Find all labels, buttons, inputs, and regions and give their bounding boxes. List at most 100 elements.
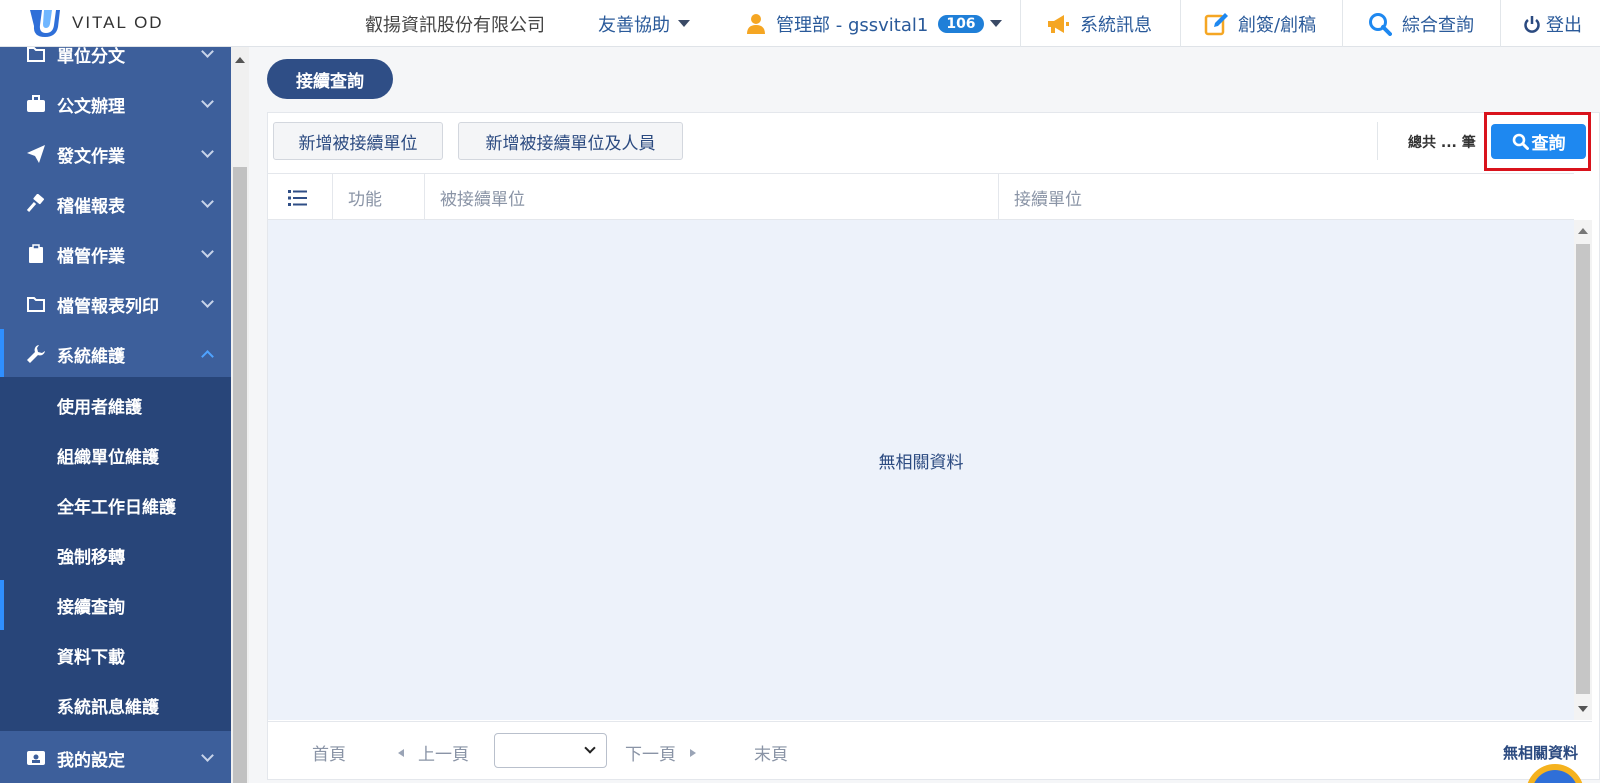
caret-down-icon bbox=[989, 20, 1002, 27]
column-header-target-unit[interactable]: 接續單位 bbox=[1014, 174, 1082, 221]
assist-menu[interactable]: 友善協助 bbox=[598, 0, 690, 47]
sidebar-item-label: 系統維護 bbox=[57, 346, 125, 367]
toolbar-divider bbox=[1377, 122, 1378, 160]
briefcase-icon bbox=[26, 94, 46, 114]
sidebar-subitem-org-unit-maintenance[interactable]: 組織單位維護 bbox=[0, 430, 231, 480]
notification-badge: 106 bbox=[938, 14, 984, 33]
paper-plane-icon bbox=[26, 144, 46, 164]
prev-page-button[interactable]: 上一頁 bbox=[398, 740, 469, 765]
highlight-box bbox=[1484, 112, 1591, 171]
sidebar-item-unit-dispatch[interactable]: 單位分文 bbox=[0, 47, 231, 79]
sidebar-item-label: 檔管作業 bbox=[57, 246, 125, 267]
chevron-down-icon bbox=[584, 742, 596, 754]
sidebar-subitem-system-message-maintenance[interactable]: 系統訊息維護 bbox=[0, 680, 231, 730]
next-page-label: 下一頁 bbox=[625, 745, 676, 765]
sidebar-subitem-label: 系統訊息維護 bbox=[57, 697, 159, 718]
logout-link[interactable]: 登出 bbox=[1524, 0, 1582, 47]
megaphone-icon bbox=[1046, 14, 1070, 34]
sidebar-item-dispatch[interactable]: 發文作業 bbox=[0, 129, 231, 179]
sidebar-scrollbar[interactable] bbox=[231, 47, 249, 783]
folder-icon bbox=[26, 294, 46, 314]
sidebar-subitem-workday-maintenance[interactable]: 全年工作日維護 bbox=[0, 480, 231, 530]
list-toggle-icon[interactable] bbox=[288, 174, 308, 221]
sidebar-item-label: 檔管報表列印 bbox=[57, 296, 159, 317]
folder-icon bbox=[26, 47, 46, 64]
sidebar-subitem-data-download[interactable]: 資料下載 bbox=[0, 630, 231, 680]
logo-text: VITAL OD bbox=[72, 13, 164, 32]
logo-mark-icon bbox=[28, 7, 62, 39]
sidebar-item-document-handling[interactable]: 公文辦理 bbox=[0, 79, 231, 129]
add-unit-and-person-button[interactable]: 新增被接續單位及人員 bbox=[458, 122, 683, 160]
column-divider bbox=[424, 174, 425, 221]
nav-divider bbox=[1020, 0, 1021, 47]
user-label: 管理部 - gssvital1 bbox=[776, 14, 929, 36]
caret-left-icon bbox=[398, 748, 404, 757]
sidebar-subitem-forced-transfer[interactable]: 強制移轉 bbox=[0, 530, 231, 580]
page-title: 接續查詢 bbox=[267, 59, 393, 99]
last-page-button[interactable]: 末頁 bbox=[754, 740, 788, 765]
system-maintenance-submenu: 使用者維護 組織單位維護 全年工作日維護 強制移轉 接續查詢 資料下載 系統訊息… bbox=[0, 377, 231, 731]
id-card-icon bbox=[26, 748, 46, 768]
column-divider bbox=[332, 174, 333, 221]
add-unit-button[interactable]: 新增被接續單位 bbox=[273, 122, 443, 160]
search-icon bbox=[1368, 12, 1392, 36]
nav-divider bbox=[1342, 0, 1343, 47]
scroll-up-arrow-icon[interactable] bbox=[1578, 228, 1588, 234]
help-chat-icon bbox=[1532, 770, 1578, 783]
nav-divider bbox=[1500, 0, 1501, 47]
sidebar-item-label: 稽催報表 bbox=[57, 196, 125, 217]
column-header-source-unit[interactable]: 被接續單位 bbox=[440, 174, 525, 221]
sidebar-subitem-label: 組織單位維護 bbox=[57, 447, 159, 468]
caret-down-icon bbox=[678, 20, 690, 27]
sidebar-subitem-label: 全年工作日維護 bbox=[57, 497, 176, 518]
power-icon bbox=[1524, 15, 1540, 33]
column-divider bbox=[998, 174, 999, 221]
sidebar-item-archive-ops[interactable]: 檔管作業 bbox=[0, 229, 231, 279]
user-menu[interactable]: 管理部 - gssvital1 106 bbox=[746, 0, 1002, 47]
scroll-down-arrow-icon[interactable] bbox=[1578, 706, 1588, 712]
page-select[interactable] bbox=[494, 733, 607, 768]
compose-label: 創簽/創稿 bbox=[1238, 14, 1317, 36]
logout-label: 登出 bbox=[1546, 14, 1582, 36]
company-name: 叡揚資訊股份有限公司 bbox=[365, 15, 545, 36]
prev-page-label: 上一頁 bbox=[418, 745, 469, 765]
table-scrollbar[interactable] bbox=[1574, 220, 1592, 720]
assist-label: 友善協助 bbox=[598, 14, 670, 36]
chevron-down-icon bbox=[201, 245, 214, 258]
user-icon bbox=[746, 13, 766, 35]
global-search-link[interactable]: 綜合查詢 bbox=[1368, 0, 1474, 47]
nav-divider bbox=[1180, 0, 1181, 47]
messages-link[interactable]: 系統訊息 bbox=[1046, 0, 1152, 47]
sidebar-item-reminder-reports[interactable]: 稽催報表 bbox=[0, 179, 231, 229]
empty-state-text: 無相關資料 bbox=[878, 453, 964, 473]
logo[interactable]: VITAL OD bbox=[28, 7, 164, 39]
sidebar-subitem-user-maintenance[interactable]: 使用者維護 bbox=[0, 380, 231, 430]
scrollbar-thumb[interactable] bbox=[233, 167, 247, 783]
sidebar-subitem-label: 資料下載 bbox=[57, 647, 125, 668]
sidebar-subitem-label: 接續查詢 bbox=[57, 597, 125, 618]
sidebar-item-system-maintenance[interactable]: 系統維護 bbox=[0, 329, 231, 379]
chevron-down-icon bbox=[201, 95, 214, 108]
first-page-button[interactable]: 首頁 bbox=[312, 740, 346, 765]
compose-link[interactable]: 創簽/創稿 bbox=[1204, 0, 1316, 47]
caret-right-icon bbox=[690, 748, 696, 757]
sidebar-subitem-continuation-query[interactable]: 接續查詢 bbox=[0, 580, 231, 630]
scroll-up-arrow-icon[interactable] bbox=[235, 57, 245, 63]
top-bar: VITAL OD 叡揚資訊股份有限公司 友善協助 管理部 - gssvital1… bbox=[0, 0, 1600, 47]
sidebar-item-my-settings[interactable]: 我的設定 bbox=[0, 733, 231, 783]
sidebar-item-archive-reports-print[interactable]: 檔管報表列印 bbox=[0, 279, 231, 329]
chevron-down-icon bbox=[201, 145, 214, 158]
global-search-label: 綜合查詢 bbox=[1402, 14, 1474, 36]
total-count: 總共 ... 筆 bbox=[1408, 135, 1476, 151]
messages-label: 系統訊息 bbox=[1080, 14, 1152, 36]
scrollbar-thumb[interactable] bbox=[1576, 244, 1590, 694]
sidebar-subitem-label: 強制移轉 bbox=[57, 547, 125, 568]
sidebar-item-label: 發文作業 bbox=[57, 146, 125, 167]
sidebar-item-label: 公文辦理 bbox=[57, 96, 125, 117]
table-header: 功能 被接續單位 接續單位 bbox=[268, 173, 1574, 221]
column-header-function: 功能 bbox=[348, 190, 382, 210]
gavel-icon bbox=[26, 194, 46, 214]
clipboard-icon bbox=[26, 244, 46, 264]
next-page-button[interactable]: 下一頁 bbox=[625, 740, 696, 765]
edit-icon bbox=[1204, 12, 1228, 36]
